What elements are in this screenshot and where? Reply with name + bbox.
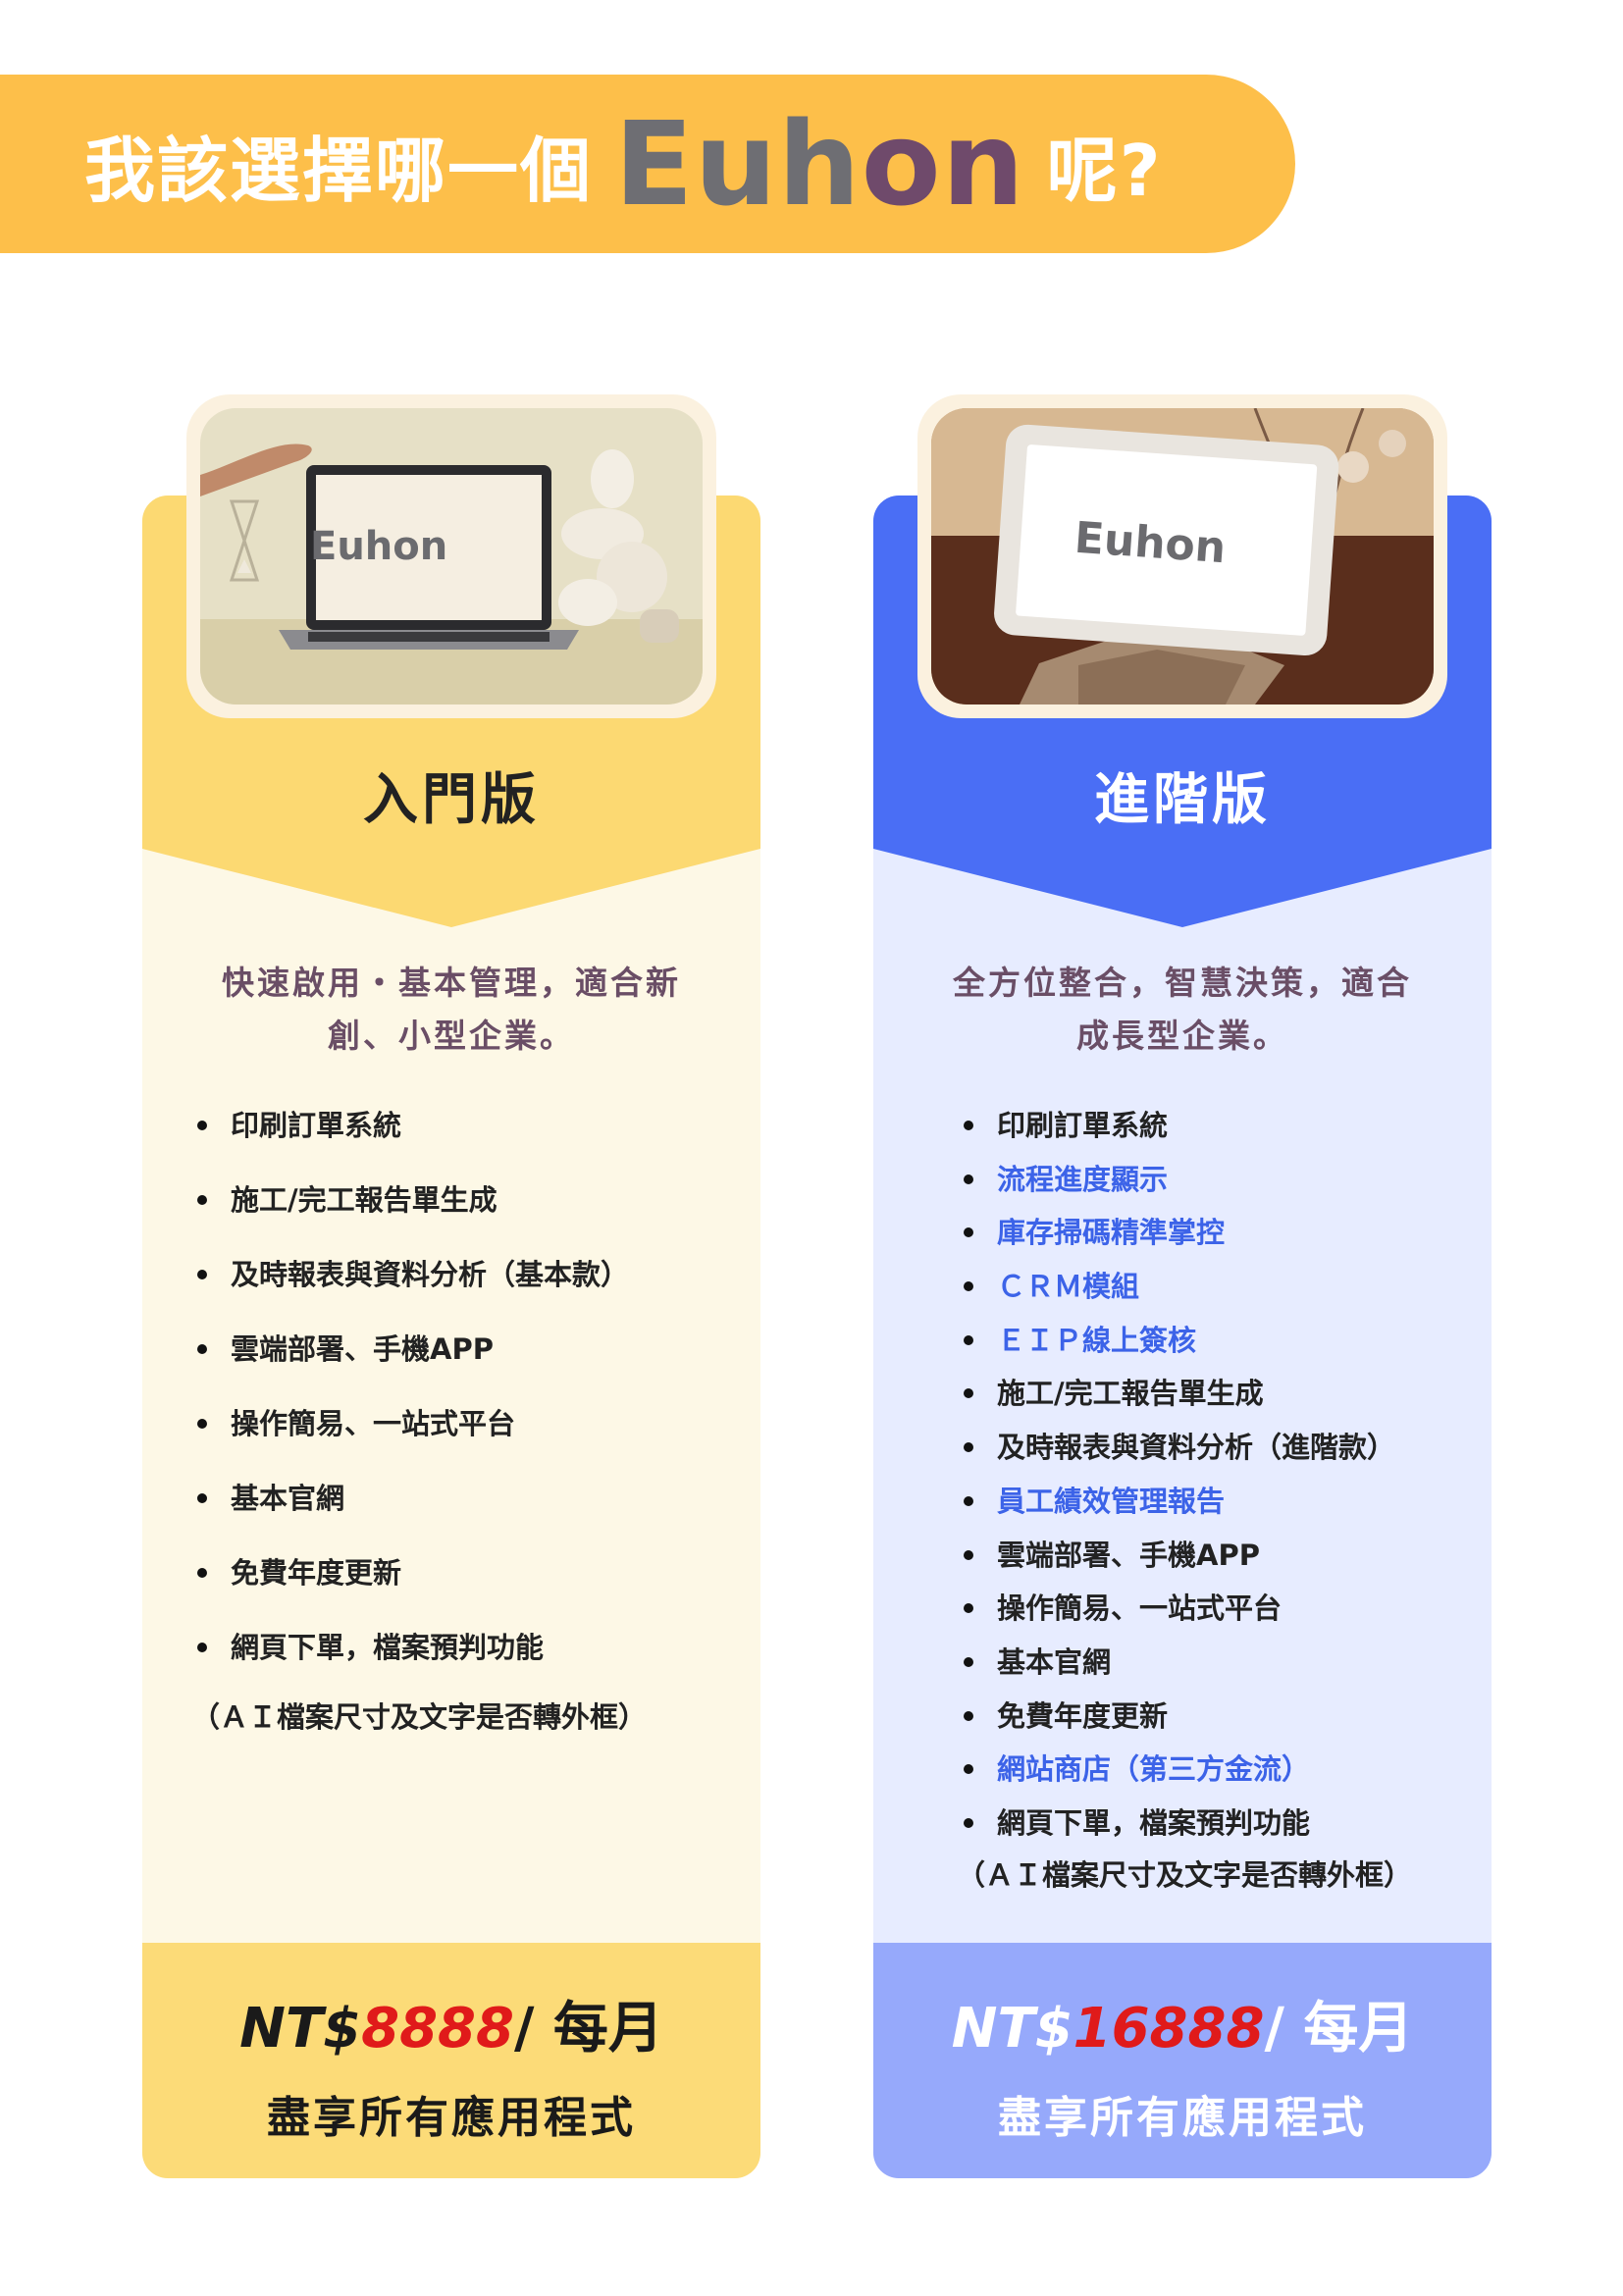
screen-brand-text: Euhon [1073,512,1228,574]
photo-frame-advanced: Euhon [917,394,1447,718]
feature-note: （ＡＩ檔案尺寸及文字是否轉外框） [191,1700,648,1734]
feature-item: 雲端部署、手機APP [196,1325,629,1399]
price-prefix: NT$ [951,1997,1073,2061]
price-subtitle: 盡享所有應用程式 [998,2093,1367,2143]
tagline-line: 快速啟用・基本管理，適合新 [222,964,681,1002]
feature-item: 網頁下單，檔案預判功能 [963,1799,1395,1852]
plan-tagline: 全方位整合，智慧決策，適合 成長型企業。 [922,957,1442,1063]
price-period: / 每月 [1264,1997,1414,2061]
feature-item: 及時報表與資料分析（基本款） [196,1250,629,1325]
feature-item: 網站商店（第三方金流） [963,1745,1395,1799]
header-title: 我該選擇哪一個 Euhon 呢? [84,75,1163,253]
feature-item: 流程進度顯示 [963,1155,1395,1209]
feature-item: 基本官網 [196,1474,629,1548]
tagline-line: 全方位整合，智慧決策，適合 [953,964,1412,1002]
price-period: / 每月 [513,1997,663,2061]
feature-list: 印刷訂單系統 流程進度顯示 庫存掃碼精準掌控 ＣＲＭ模組 ＥＩＰ線上簽核 施工/完工報告單… [963,1101,1395,1852]
tagline-line: 成長型企業。 [1076,1017,1288,1055]
photo-frame-basic: Euhon [186,394,716,718]
feature-item: 操作簡易、一站式平台 [196,1399,629,1474]
price-amount: 16888 [1073,1997,1265,2061]
laptop-illustration [200,408,703,704]
feature-item: ＥＩＰ線上簽核 [963,1316,1395,1370]
feature-item: 印刷訂單系統 [963,1101,1395,1155]
header-question-prefix: 我該選擇哪一個 [84,129,594,212]
feature-item: 雲端部署、手機APP [963,1531,1395,1585]
plan-title: 入門版 [363,768,540,832]
brand-part1: Euh [614,96,862,232]
brand-part2: on [861,96,1025,232]
plan-card-advanced: 進階版 全方位整合，智慧決策，適合 成長型企業。 印刷訂單系統 流程進度顯示 庫存掃… [873,496,1492,2178]
price-prefix: NT$ [239,1997,362,2061]
feature-item: 施工/完工報告單生成 [963,1369,1395,1423]
feature-item: 免費年度更新 [963,1692,1395,1746]
header-banner: 我該選擇哪一個 Euhon 呢? [0,75,1295,253]
tagline-line: 創、小型企業。 [328,1017,575,1055]
plan-card-basic: 入門版 快速啟用・基本管理，適合新 創、小型企業。 印刷訂單系統 施工/完工報告單… [142,496,760,2178]
feature-note: （ＡＩ檔案尺寸及文字是否轉外框） [957,1858,1413,1892]
feature-item: 網頁下單，檔案預判功能 [196,1623,629,1697]
feature-item: 及時報表與資料分析（進階款） [963,1423,1395,1477]
price-box: NT$16888/ 每月 盡享所有應用程式 [873,1943,1492,2178]
feature-item: 施工/完工報告單生成 [196,1175,629,1250]
brand-logo-text: Euhon [614,96,1025,232]
laptop-photo: Euhon [200,408,703,704]
feature-list: 印刷訂單系統 施工/完工報告單生成 及時報表與資料分析（基本款） 雲端部署、手機APP… [196,1101,629,1697]
feature-item: 操作簡易、一站式平台 [963,1584,1395,1638]
price-subtitle: 盡享所有應用程式 [267,2093,636,2143]
price-line: NT$16888/ 每月 [873,1984,1492,2063]
plan-tagline: 快速啟用・基本管理，適合新 創、小型企業。 [191,957,711,1063]
screen-brand-text: Euhon [310,524,448,569]
feature-item: 印刷訂單系統 [196,1101,629,1175]
device-photo: Euhon [931,408,1434,704]
plan-title: 進階版 [1094,768,1271,832]
feature-item: 基本官網 [963,1638,1395,1692]
price-box: NT$8888/ 每月 盡享所有應用程式 [142,1943,760,2178]
feature-item: ＣＲＭ模組 [963,1262,1395,1316]
feature-item: 庫存掃碼精準掌控 [963,1208,1395,1262]
feature-item: 免費年度更新 [196,1548,629,1623]
header-question-suffix: 呢? [1046,129,1163,212]
price-amount: 8888 [361,1997,514,2061]
price-line: NT$8888/ 每月 [142,1984,760,2063]
feature-item: 員工績效管理報告 [963,1477,1395,1531]
